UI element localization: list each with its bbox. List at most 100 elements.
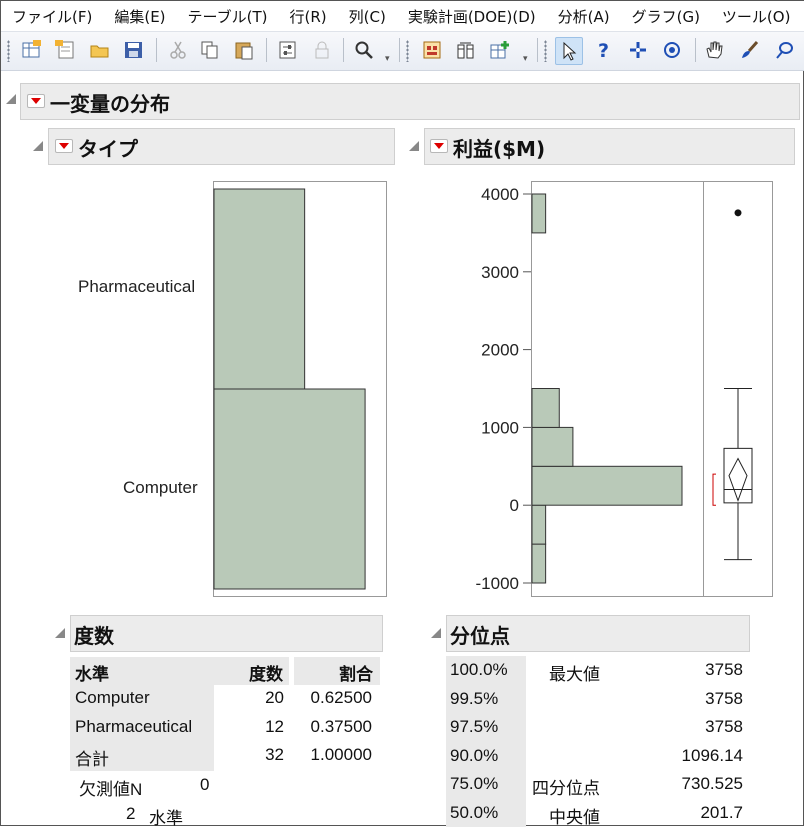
freq-section-title: 度数 bbox=[74, 624, 114, 648]
histogram-bar bbox=[531, 388, 560, 428]
freq-cell-pharmaceutical: Pharmaceutical bbox=[75, 717, 193, 736]
quantile-cell: 730.525 bbox=[681, 774, 743, 793]
quantile-cell: 97.5% bbox=[450, 717, 499, 736]
levels-label: 水準 bbox=[149, 809, 183, 828]
new-data-table-icon[interactable] bbox=[19, 37, 45, 63]
menu-item[interactable]: 行(R) bbox=[279, 6, 338, 27]
y-tick-label: 2000 bbox=[481, 341, 519, 360]
arrow-select-icon[interactable] bbox=[555, 37, 583, 65]
freq-cell-pharmaceutical: 0.37500 bbox=[310, 717, 372, 736]
quantile-cell: 50.0% bbox=[450, 802, 499, 822]
collapse-triangle-icon[interactable] bbox=[431, 628, 441, 638]
y-tick-label: 0 bbox=[510, 496, 519, 515]
category-label-computer: Computer bbox=[123, 478, 198, 497]
copy-icon[interactable] bbox=[197, 37, 223, 63]
levels-count: 2 bbox=[126, 804, 136, 823]
quantile-cell: 201.7 bbox=[700, 802, 743, 822]
menu-item[interactable]: 列(C) bbox=[338, 6, 397, 27]
quantile-cell: 90.0% bbox=[450, 745, 499, 765]
hand-icon[interactable] bbox=[701, 37, 727, 63]
freq-cell-total: 合計 bbox=[75, 750, 109, 769]
histogram-bar bbox=[531, 193, 547, 234]
cut-icon[interactable] bbox=[165, 37, 191, 63]
menu-item[interactable]: 編集(E) bbox=[103, 6, 176, 27]
quantile-cell: 3758 bbox=[705, 660, 743, 679]
paste-icon[interactable] bbox=[231, 37, 257, 63]
chevron-down-icon[interactable]: ▾ bbox=[385, 54, 390, 64]
profit-section-title: 利益($M) bbox=[453, 137, 546, 161]
column-switch-icon[interactable] bbox=[453, 37, 479, 63]
brush-icon[interactable] bbox=[737, 37, 763, 63]
histogram-bar bbox=[531, 426, 574, 467]
quantiles-section-title: 分位点 bbox=[450, 624, 510, 648]
crosshair-icon[interactable] bbox=[625, 37, 651, 63]
help-icon[interactable]: ? bbox=[591, 37, 617, 63]
type-bar-chart bbox=[213, 181, 387, 597]
profit-histogram: 4000 3000 2000 1000 0 -1000 bbox=[476, 181, 773, 597]
open-folder-icon[interactable] bbox=[87, 37, 113, 63]
freq-header-ratio: 割合 bbox=[339, 665, 373, 684]
new-script-icon[interactable] bbox=[53, 37, 79, 63]
histogram-bar bbox=[531, 543, 547, 584]
red-triangle-menu-icon[interactable] bbox=[27, 94, 45, 108]
collapse-triangle-icon[interactable] bbox=[33, 141, 43, 151]
collapse-triangle-icon[interactable] bbox=[6, 94, 16, 104]
outlier-point bbox=[734, 209, 742, 217]
data-filter-icon[interactable] bbox=[275, 37, 301, 63]
menu-item[interactable]: テーブル(T) bbox=[177, 6, 279, 27]
freq-header-count: 度数 bbox=[249, 665, 283, 684]
toolbar-separator bbox=[156, 38, 157, 62]
menu-item[interactable]: ファイル(F) bbox=[1, 6, 103, 27]
menu-item[interactable]: 実験計画(DOE)(D) bbox=[397, 6, 547, 27]
quantile-cell: 99.5% bbox=[450, 688, 499, 708]
lasso-icon[interactable] bbox=[771, 37, 797, 63]
toolbar-grip[interactable] bbox=[7, 40, 10, 62]
red-triangle-menu-icon[interactable] bbox=[55, 139, 73, 153]
report-title: 一変量の分布 bbox=[50, 92, 170, 116]
freq-cell-computer: Computer bbox=[75, 688, 150, 707]
menu-item[interactable]: ツール(O) bbox=[711, 6, 802, 27]
chevron-down-icon[interactable]: ▾ bbox=[523, 54, 528, 64]
y-tick-label: 3000 bbox=[481, 263, 519, 282]
box-quartiles bbox=[723, 447, 753, 504]
add-table-icon[interactable] bbox=[487, 37, 513, 63]
bar-computer bbox=[213, 388, 366, 590]
menu-bar: ファイル(F) 編集(E) テーブル(T) 行(R) 列(C) 実験計画(DOE)(D) 分… bbox=[1, 1, 804, 31]
quantile-cell: 最大値 bbox=[549, 665, 600, 684]
search-icon[interactable] bbox=[351, 37, 377, 63]
freq-cell-total: 32 bbox=[265, 745, 284, 764]
collapse-triangle-icon[interactable] bbox=[409, 141, 419, 151]
quantile-cell: 中央値 bbox=[549, 807, 600, 827]
save-icon[interactable] bbox=[121, 37, 147, 63]
red-triangle-menu-icon[interactable] bbox=[430, 139, 448, 153]
y-tick-label: -1000 bbox=[476, 574, 519, 593]
target-icon[interactable] bbox=[659, 37, 685, 63]
missing-n-value: 0 bbox=[200, 775, 210, 794]
collapse-triangle-icon[interactable] bbox=[55, 628, 65, 638]
freq-cell-total: 1.00000 bbox=[310, 745, 372, 764]
freq-cell-computer: 20 bbox=[265, 688, 284, 707]
menu-item[interactable]: 分析(A) bbox=[547, 6, 621, 27]
quantile-cell: 四分位点 bbox=[532, 779, 600, 798]
toolbar-grip[interactable] bbox=[544, 40, 547, 62]
bar-pharmaceutical bbox=[213, 188, 306, 390]
missing-n-label: 欠測値N bbox=[79, 780, 143, 799]
menu-item[interactable]: グラフ(G) bbox=[621, 6, 711, 27]
histogram-bar bbox=[531, 465, 683, 506]
quantile-cell: 100.0% bbox=[450, 660, 508, 679]
quantile-cell: 1096.14 bbox=[681, 745, 743, 765]
report-icon[interactable] bbox=[419, 37, 445, 63]
histogram-bar bbox=[531, 504, 547, 545]
toolbar-separator bbox=[399, 38, 400, 62]
svg-text:?: ? bbox=[598, 40, 609, 60]
type-section-title: タイプ bbox=[78, 137, 138, 161]
lock-icon[interactable] bbox=[309, 37, 335, 63]
toolbar-grip[interactable] bbox=[406, 40, 409, 62]
toolbar-separator bbox=[537, 38, 538, 62]
category-label-pharmaceutical: Pharmaceutical bbox=[78, 277, 196, 296]
toolbar-separator bbox=[266, 38, 267, 62]
freq-cell-pharmaceutical: 12 bbox=[265, 717, 284, 736]
quantile-cell: 3758 bbox=[705, 717, 743, 736]
freq-section-header bbox=[70, 615, 383, 652]
toolbar: ▾ ▾ ? bbox=[1, 31, 804, 71]
